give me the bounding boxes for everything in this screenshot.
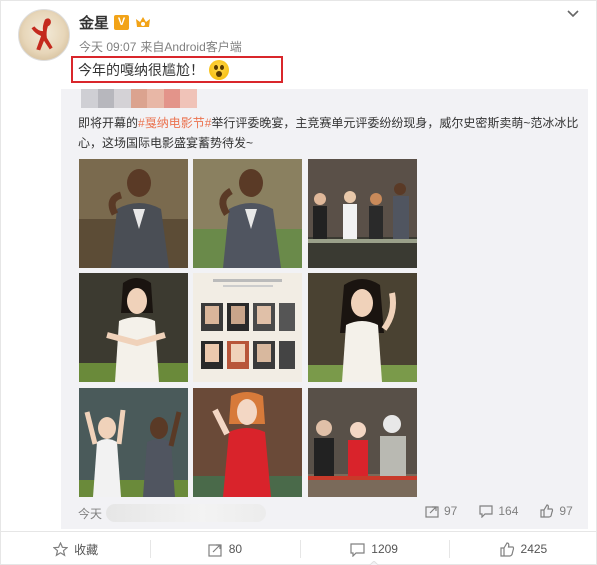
reposted-like-count: 97 <box>559 504 573 518</box>
favorite-button[interactable]: 收藏 <box>1 532 150 565</box>
photo-6[interactable] <box>308 273 417 382</box>
reposted-time[interactable]: 今天 <box>78 505 102 522</box>
repost-count: 80 <box>228 542 243 556</box>
reposted-actions: 97 164 97 <box>425 504 573 518</box>
photo-2[interactable] <box>193 159 302 268</box>
photo-5-collage[interactable] <box>193 273 302 382</box>
repost-icon <box>208 543 222 557</box>
post-source[interactable]: Android客户端 <box>164 38 241 55</box>
reposted-source-blurred <box>106 504 267 522</box>
chevron-down-icon[interactable] <box>566 7 580 21</box>
reposted-text: 即将开幕的#戛纳电影节#举行评委晚宴，主竞赛单元评委纷纷现身，威尔史密斯卖萌~范… <box>78 113 583 153</box>
comment-icon <box>479 505 493 518</box>
photo-3[interactable] <box>308 159 417 268</box>
author-row: 金星 V <box>79 12 152 32</box>
post-meta: 今天 09:07 来自 Android客户端 <box>79 38 242 55</box>
active-tab-arrow-icon <box>369 561 379 565</box>
photo-1[interactable] <box>79 159 188 268</box>
comment-count: 1209 <box>371 542 398 556</box>
comment-icon <box>350 542 365 557</box>
photo-4[interactable] <box>79 273 188 382</box>
action-bar: 收藏 80 1209 2425 <box>1 532 597 565</box>
weibo-post-card: 金星 V 今天 09:07 来自 Android客户端 今年的嘎纳很尴尬！ 即将… <box>0 0 597 565</box>
photo-9[interactable] <box>308 388 417 497</box>
thumbs-up-icon <box>540 504 554 518</box>
surprised-emoji-icon <box>209 60 229 80</box>
like-count: 2425 <box>520 542 548 556</box>
member-icon <box>136 16 151 27</box>
post-text-content: 今年的嘎纳很尴尬！ <box>78 62 204 78</box>
hashtag-link[interactable]: #戛纳电影节# <box>138 116 211 130</box>
reposted-author-blurred <box>81 89 198 108</box>
reposted-meta: 今天 <box>78 504 267 522</box>
comment-button[interactable]: 1209 <box>299 532 449 565</box>
photo-7[interactable] <box>79 388 188 497</box>
photo-8[interactable] <box>193 388 302 497</box>
repost-button[interactable]: 80 <box>150 532 299 565</box>
reposted-repost-button[interactable]: 97 <box>425 504 457 518</box>
reposted-text-prefix: 即将开幕的 <box>78 116 139 130</box>
post-text: 今年的嘎纳很尴尬！ <box>78 60 229 80</box>
like-button[interactable]: 2425 <box>448 532 597 565</box>
favorite-label: 收藏 <box>74 542 99 557</box>
star-icon <box>53 541 69 557</box>
reposted-like-button[interactable]: 97 <box>540 504 573 518</box>
repost-icon <box>425 506 439 518</box>
source-prefix: 来自 <box>140 40 165 54</box>
author-avatar[interactable] <box>18 9 70 61</box>
verified-icon: V <box>114 14 130 30</box>
post-time[interactable]: 今天 09:07 <box>79 38 136 55</box>
author-name[interactable]: 金星 <box>79 12 109 33</box>
reposted-comment-button[interactable]: 164 <box>479 504 518 518</box>
thumbs-up-icon <box>499 541 514 557</box>
photo-grid <box>79 159 417 497</box>
reposted-comment-count: 164 <box>498 504 519 518</box>
reposted-repost-count: 97 <box>444 504 458 518</box>
